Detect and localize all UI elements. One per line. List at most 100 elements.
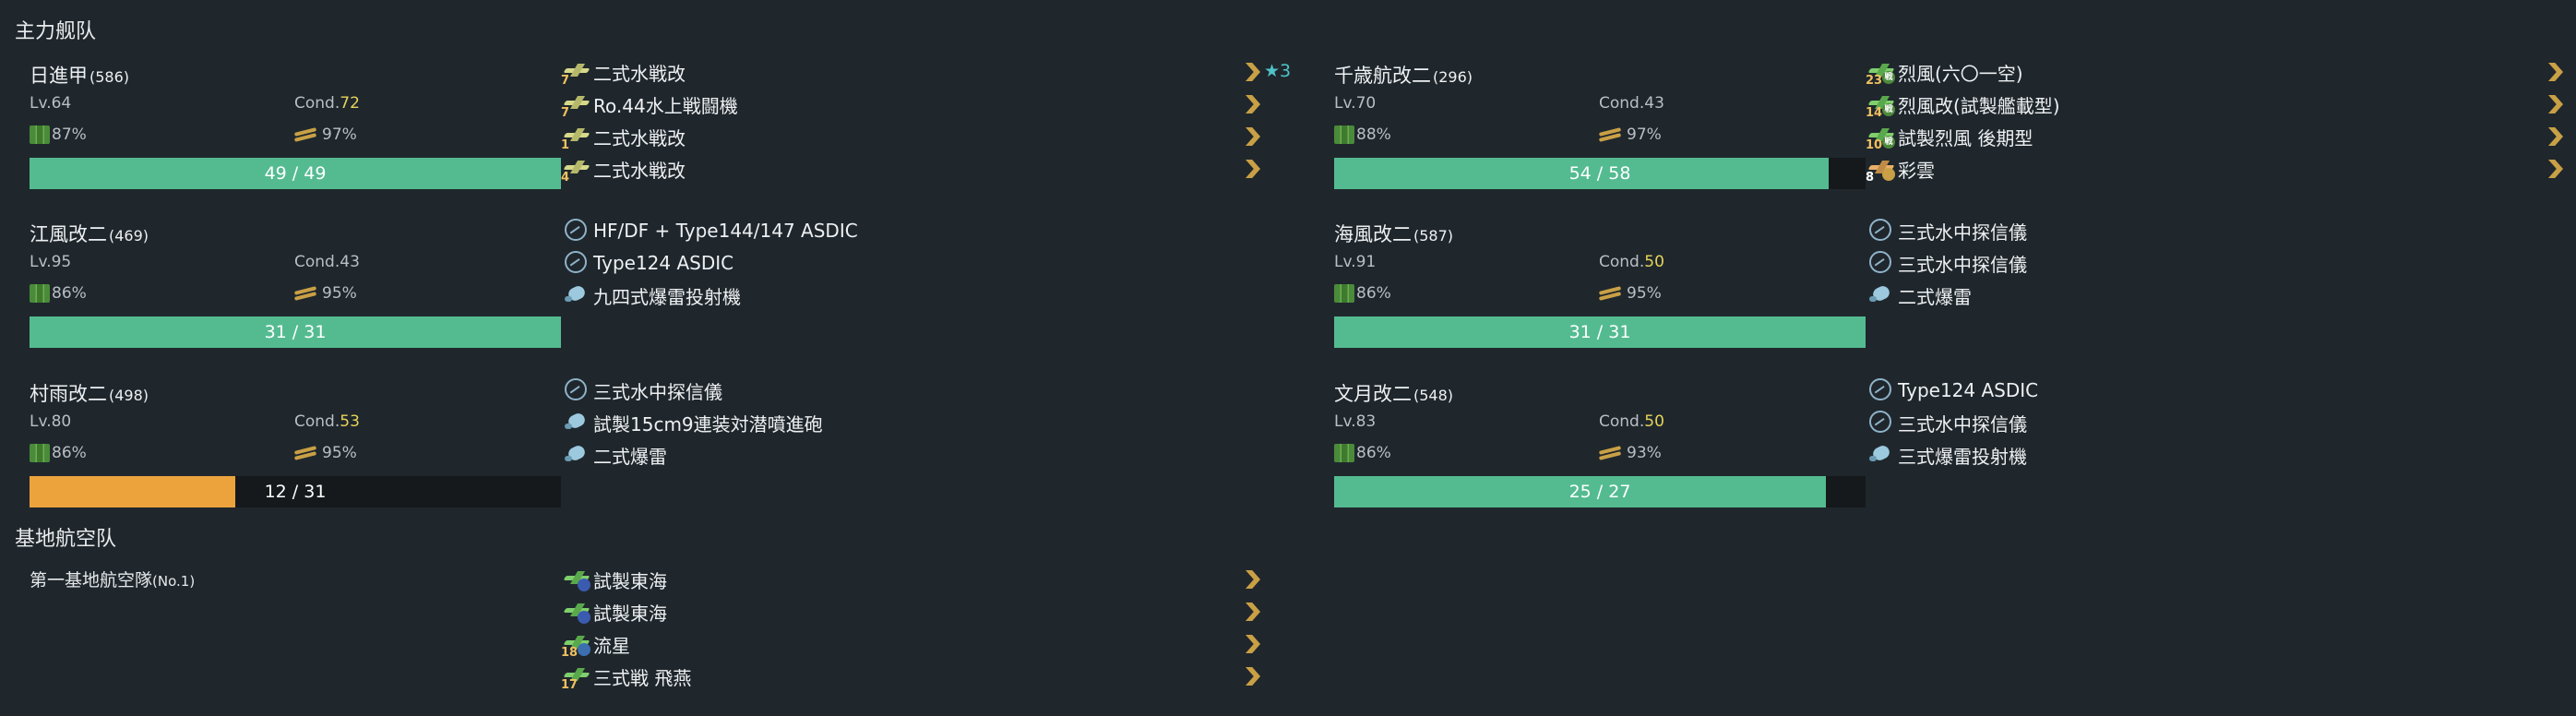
hp-text: 54 / 58	[1568, 163, 1631, 184]
equipment-slot[interactable]: 7 Ro.44水上戦闘機	[561, 88, 1319, 121]
equipment-name: 三式水中探信儀	[1898, 221, 2027, 244]
fighter-icon: 戦 10	[1866, 123, 1895, 152]
ammo-icon	[294, 447, 316, 459]
equipment-slot[interactable]: 二式爆雷	[1867, 279, 2576, 312]
ship-fuel: 86%	[1334, 284, 1391, 303]
ship-ammo: 97%	[1599, 125, 1662, 144]
equipment-name: 三式水中探信儀	[1898, 412, 2027, 436]
ship-name[interactable]: 海風改二 (587)	[1334, 220, 1453, 247]
ship-name[interactable]: 日進甲 (586)	[30, 61, 129, 89]
equipment-slot[interactable]: 二式爆雷	[563, 438, 1319, 471]
hp-text: 31 / 31	[264, 322, 327, 342]
ship-condition: Cond.43	[294, 253, 360, 271]
proficiency-chevron-icon	[2548, 127, 2563, 146]
proficiency-chevron-icon	[2548, 95, 2563, 113]
improvement-star: ★3	[1264, 61, 1292, 81]
hp-bar: 31 / 31	[30, 316, 561, 348]
ship-level: Lv.95	[30, 253, 72, 271]
equipment-slot[interactable]: Type124 ASDIC	[563, 246, 1319, 280]
ship-name[interactable]: 文月改二 (548)	[1334, 379, 1453, 407]
hp-text: 49 / 49	[264, 163, 327, 184]
equipment-slot[interactable]: 三式水中探信儀	[563, 374, 1319, 407]
ammo-icon	[1599, 128, 1621, 141]
ship-level: Lv.83	[1334, 412, 1377, 431]
equipment-name: 流星	[593, 634, 630, 657]
corps-number: (No.1)	[152, 573, 196, 590]
sonar-icon	[1867, 376, 1895, 404]
ship-id: (548)	[1413, 387, 1454, 404]
land-base-equipment-slot[interactable]: 18 流星	[561, 627, 1319, 661]
ship-id: (587)	[1413, 227, 1454, 245]
ship-condition: Cond.72	[294, 94, 360, 113]
equipment-name: 三式爆雷投射機	[1898, 445, 2027, 468]
ship-card: 海風改二 (587) Lv.91 Cond.50 86% 95% 31 / 31	[1334, 220, 1895, 358]
depth-charge-icon	[563, 281, 590, 309]
hp-text: 25 / 27	[1568, 482, 1631, 502]
hp-bar: 12 / 31	[30, 476, 561, 507]
equipment-slot[interactable]: 戦 23 烈風(六〇一空)	[1866, 55, 2576, 89]
equipment-name: 試製15cm9連装対潜噴進砲	[593, 412, 823, 436]
ship-ammo: 95%	[1599, 284, 1662, 303]
equipment-slot[interactable]: 戦 14 烈風改(試製艦載型)	[1866, 88, 2576, 121]
land-base-equipment-slot[interactable]: 試製東海	[563, 563, 1319, 596]
equipment-name: 三式戦 飛燕	[593, 666, 692, 689]
equipment-slot[interactable]: 試製15cm9連装対潜噴進砲	[563, 406, 1319, 439]
fuel-icon	[1334, 125, 1354, 144]
ammo-icon	[1599, 447, 1621, 459]
equipment-slot[interactable]: 8 彩雲	[1866, 152, 2576, 185]
ship-id: (586)	[89, 68, 130, 86]
land-base-equipment-slot[interactable]: 17 三式戦 飛燕	[561, 660, 1319, 693]
torpedo-bomber-icon: 18	[561, 630, 590, 660]
badge: 戦	[1882, 136, 1895, 149]
depth-charge-icon	[1867, 281, 1895, 309]
fuel-icon	[30, 125, 50, 144]
equipment-name: 二式水戦改	[593, 62, 686, 85]
equipment-slot[interactable]: 三式爆雷投射機	[1867, 438, 2576, 471]
equipment-slot[interactable]: 三式水中探信儀	[1867, 406, 2576, 439]
hp-bar: 49 / 49	[30, 158, 561, 189]
ship-name[interactable]: 千歳航改二 (296)	[1334, 61, 1473, 89]
land-base-equipment-slot[interactable]: 試製東海	[563, 595, 1319, 628]
badge: 戦	[1882, 71, 1895, 84]
ship-ammo: 95%	[294, 444, 357, 462]
equipment-name: 烈風(六〇一空)	[1898, 62, 2023, 85]
hp-text: 12 / 31	[264, 482, 327, 502]
equipment-slot[interactable]: 九四式爆雷投射機	[563, 279, 1319, 312]
proficiency-chevron-icon	[2548, 160, 2563, 178]
land-base-corps-name: 第一基地航空隊(No.1)	[30, 567, 195, 591]
proficiency-chevron-icon	[1246, 603, 1260, 621]
equipment-slot[interactable]: 戦 10 試製烈風 後期型	[1866, 120, 2576, 153]
equipment-name: 彩雲	[1898, 159, 1935, 182]
fighter-icon: 戦 14	[1866, 90, 1895, 120]
equipment-slot[interactable]: 1 二式水戦改	[561, 120, 1319, 153]
fighter-icon: 17	[561, 662, 590, 692]
sonar-icon	[563, 376, 590, 404]
equipment-slot[interactable]: HF/DF + Type144/147 ASDIC	[563, 214, 1319, 247]
badge: 戦	[1882, 103, 1895, 116]
equipment-slot[interactable]: Type124 ASDIC	[1867, 374, 2576, 407]
ship-name[interactable]: 江風改二 (469)	[30, 220, 149, 247]
fuel-icon	[30, 284, 50, 303]
ship-condition: Cond.50	[1599, 412, 1664, 431]
proficiency-chevron-icon	[1246, 95, 1260, 113]
ship-condition: Cond.50	[1599, 253, 1664, 271]
ship-name[interactable]: 村雨改二 (498)	[30, 379, 149, 407]
ship-fuel: 88%	[1334, 125, 1391, 144]
proficiency-chevron-icon	[1246, 570, 1260, 589]
fuel-icon	[1334, 284, 1354, 303]
fuel-icon	[1334, 444, 1354, 462]
ship-ammo: 95%	[294, 284, 357, 303]
equipment-slot[interactable]: 4 二式水戦改	[561, 152, 1319, 185]
ship-level: Lv.80	[30, 412, 72, 431]
sonar-icon	[1867, 409, 1895, 436]
hp-bar: 25 / 27	[1334, 476, 1866, 507]
equipment-slot[interactable]: 三式水中探信儀	[1867, 214, 2576, 247]
depth-charge-icon	[563, 409, 590, 436]
equipment-slot[interactable]: 7 二式水戦改 ★3	[561, 55, 1319, 89]
ship-level: Lv.91	[1334, 253, 1377, 271]
sonar-icon	[563, 249, 590, 277]
land-base-title: 基地航空队	[15, 528, 117, 551]
ship-fuel: 86%	[30, 284, 87, 303]
main-fleet-title: 主力舰队	[15, 20, 97, 43]
equipment-slot[interactable]: 三式水中探信儀	[1867, 246, 2576, 280]
